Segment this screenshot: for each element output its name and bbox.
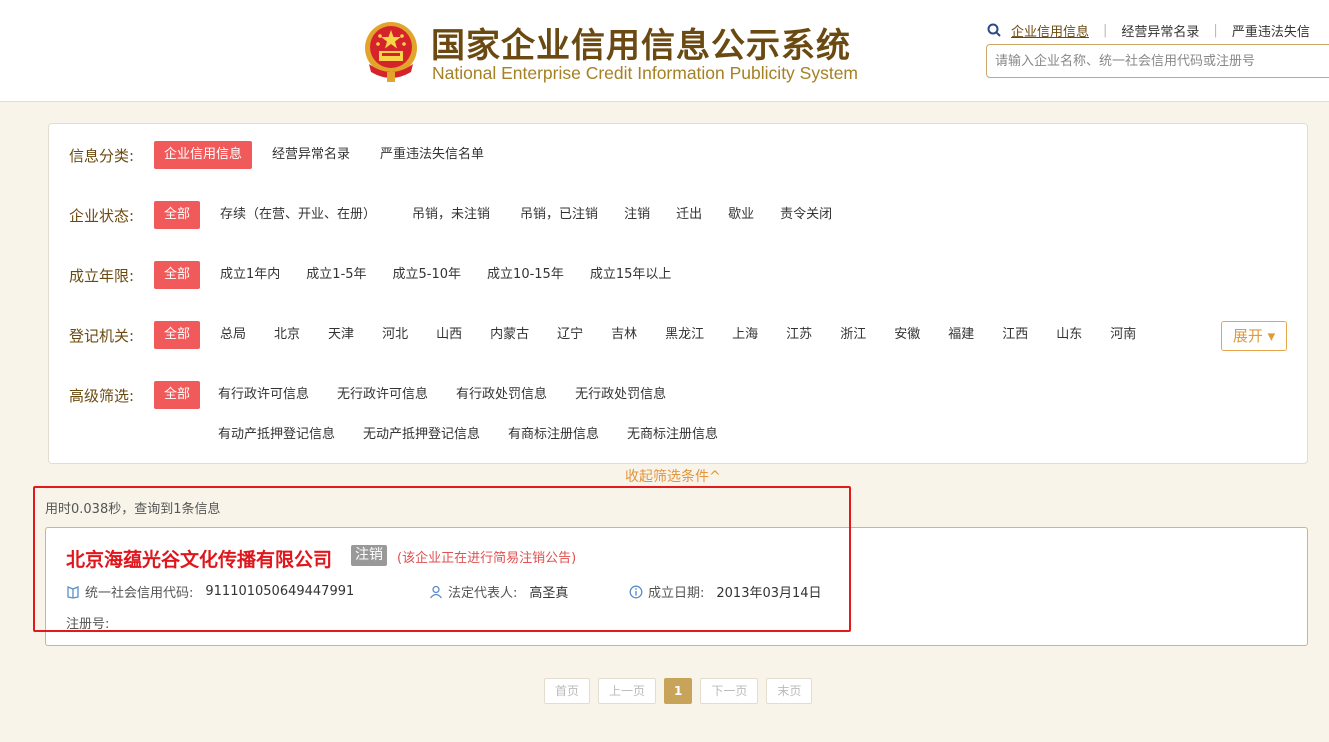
pagination: 首页 上一页 1 下一页 末页 [544, 678, 813, 704]
filter-panel: 信息分类: 企业信用信息 经营异常名录 严重违法失信名单 企业状态: 全部 存续… [48, 123, 1308, 464]
filter-option[interactable]: 无行政处罚信息 [565, 381, 676, 409]
filter-option[interactable]: 辽宁 [547, 321, 593, 349]
expand-button[interactable]: 展开 ▾ [1221, 321, 1287, 351]
deregistration-notice: (该企业正在进行简易注销公告) [397, 551, 577, 566]
filter-option[interactable]: 存续（在营、开业、在册） [210, 201, 386, 229]
filter-label: 信息分类: [69, 146, 135, 165]
result-summary: 用时0.038秒，查询到1条信息 [45, 502, 221, 517]
filter-option[interactable]: 成立1年内 [210, 261, 290, 289]
filter-option[interactable]: 黑龙江 [655, 321, 714, 349]
legal-rep-field: 法定代表人: 高圣真 [429, 582, 568, 601]
filter-option[interactable]: 迁出 [666, 201, 712, 229]
next-page-button[interactable]: 下一页 [700, 678, 759, 704]
company-name-link[interactable]: 北京海蕴光谷文化传播有限公司 [66, 545, 332, 572]
filter-option[interactable]: 吊销，已注销 [510, 201, 608, 229]
filter-option[interactable]: 总局 [210, 321, 256, 349]
filter-option[interactable]: 歇业 [718, 201, 764, 229]
collapse-filters-link[interactable]: 收起筛选条件^ [625, 466, 721, 486]
filter-label: 企业状态: [69, 206, 135, 225]
filter-option[interactable]: 全部 [154, 381, 201, 409]
filter-option[interactable]: 河北 [372, 321, 418, 349]
filter-label: 成立年限: [69, 266, 135, 285]
first-page-button[interactable]: 首页 [544, 678, 591, 704]
filter-option[interactable]: 有动产抵押登记信息 [208, 421, 345, 449]
filter-option[interactable]: 责令关闭 [770, 201, 842, 229]
founded-date-label: 成立日期: [648, 586, 705, 601]
credit-code-field: 统一社会信用代码: 911101050649447991 [66, 582, 354, 601]
prev-page-button[interactable]: 上一页 [598, 678, 657, 704]
filter-option[interactable]: 天津 [318, 321, 364, 349]
filter-option[interactable]: 成立1-5年 [296, 261, 376, 289]
filter-label: 高级筛选: [69, 386, 135, 405]
legal-rep-label: 法定代表人: [448, 586, 518, 601]
filter-option[interactable]: 企业信用信息 [154, 141, 253, 169]
filter-option[interactable]: 全部 [154, 261, 201, 289]
filter-option[interactable]: 成立10-15年 [477, 261, 574, 289]
filter-option[interactable]: 无动产抵押登记信息 [353, 421, 490, 449]
filter-option[interactable]: 吊销，未注销 [402, 201, 500, 229]
filter-row-years: 成立年限: 全部 成立1年内 成立1-5年 成立5-10年 成立10-15年 成… [69, 260, 681, 290]
filter-option[interactable]: 成立5-10年 [383, 261, 472, 289]
filter-option[interactable]: 无行政许可信息 [327, 381, 438, 409]
top-link-credit-info[interactable]: 企业信用信息 [1011, 21, 1089, 40]
filter-option[interactable]: 成立15年以上 [580, 261, 682, 289]
filter-row-status: 企业状态: 全部 存续（在营、开业、在册） 吊销，未注销 吊销，已注销 注销 迁… [69, 200, 842, 230]
filter-option[interactable]: 江苏 [776, 321, 822, 349]
filter-option[interactable]: 吉林 [601, 321, 647, 349]
filter-option[interactable]: 浙江 [830, 321, 876, 349]
filter-option[interactable]: 北京 [264, 321, 310, 349]
result-card[interactable]: 北京海蕴光谷文化传播有限公司 注销 (该企业正在进行简易注销公告) 统一社会信用… [45, 527, 1308, 646]
top-link-serious-violation[interactable]: 严重违法失信 [1232, 21, 1310, 40]
filter-option[interactable]: 注销 [614, 201, 660, 229]
top-nav: 企业信用信息 | 经营异常名录 | 严重违法失信 [987, 20, 1310, 40]
filter-option[interactable]: 河南 [1100, 321, 1146, 349]
founded-date-field: 成立日期: 2013年03月14日 [629, 582, 822, 601]
filter-row-category: 信息分类: 企业信用信息 经营异常名录 严重违法失信名单 [69, 140, 494, 170]
filter-option[interactable]: 江西 [992, 321, 1038, 349]
search-icon [987, 23, 1001, 37]
filter-option[interactable]: 全部 [154, 201, 201, 229]
filter-option[interactable]: 内蒙古 [480, 321, 539, 349]
filter-option[interactable]: 无商标注册信息 [617, 421, 728, 449]
site-title-en: National Enterprise Credit Information P… [432, 63, 859, 83]
last-page-button[interactable]: 末页 [766, 678, 813, 704]
book-icon [67, 585, 79, 599]
filter-option[interactable]: 全部 [154, 321, 201, 349]
info-icon [629, 585, 643, 598]
filter-option[interactable]: 山东 [1046, 321, 1092, 349]
current-page-button[interactable]: 1 [664, 678, 693, 704]
credit-code-value: 911101050649447991 [205, 584, 355, 599]
credit-code-label: 统一社会信用代码: [85, 586, 194, 601]
legal-rep-value: 高圣真 [529, 586, 569, 601]
national-emblem-icon [365, 22, 417, 82]
filter-option[interactable]: 山西 [426, 321, 472, 349]
filter-option[interactable]: 严重违法失信名单 [370, 141, 494, 169]
filter-option[interactable]: 福建 [938, 321, 984, 349]
site-title-cn: 国家企业信用信息公示系统 [431, 26, 851, 66]
person-icon [429, 585, 443, 598]
filter-option[interactable]: 上海 [722, 321, 768, 349]
reg-no-label: 注册号: [66, 617, 110, 632]
filter-row-advanced-2: 有动产抵押登记信息 无动产抵押登记信息 有商标注册信息 无商标注册信息 [208, 420, 728, 450]
filter-row-authority: 登记机关: 全部 总局 北京 天津 河北 山西 内蒙古 辽宁 吉林 黑龙江 上海… [69, 320, 1146, 350]
search-input[interactable] [986, 44, 1329, 78]
filter-option[interactable]: 有行政许可信息 [208, 381, 319, 409]
filter-option[interactable]: 经营异常名录 [262, 141, 360, 169]
founded-date-value: 2013年03月14日 [716, 586, 822, 601]
filter-label: 登记机关: [69, 326, 135, 345]
filter-option[interactable]: 安徽 [884, 321, 930, 349]
filter-row-advanced: 高级筛选: 全部 有行政许可信息 无行政许可信息 有行政处罚信息 无行政处罚信息 [69, 380, 676, 410]
filter-option[interactable]: 有行政处罚信息 [446, 381, 557, 409]
status-badge: 注销 [351, 545, 387, 566]
top-link-abnormal-list[interactable]: 经营异常名录 [1121, 21, 1199, 40]
filter-option[interactable]: 有商标注册信息 [498, 421, 609, 449]
site-header: 国家企业信用信息公示系统 National Enterprise Credit … [0, 0, 1329, 102]
